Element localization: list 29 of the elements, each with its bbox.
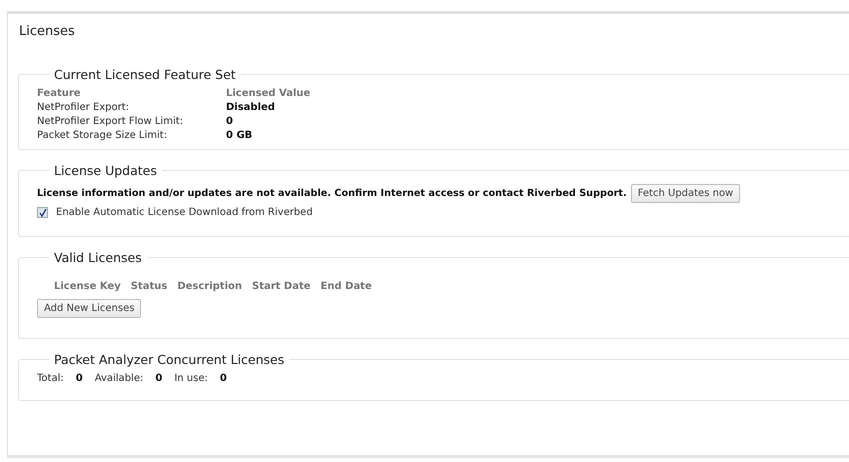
feature-label: NetProfiler Export: [37,102,130,113]
stat-value: 0 [220,373,227,384]
column-header: Description [177,281,242,292]
section-title: Current Licensed Feature Set [53,67,237,82]
stat-value: 0 [155,373,162,384]
column-header: Feature [37,88,82,99]
stat-label: Total: [37,373,64,384]
column-header: Licensed Value [226,88,312,99]
stat-value: 0 [76,373,83,384]
page-title: Licenses [19,24,75,39]
feature-value: 0 GB [226,130,254,141]
add-licenses-button[interactable]: Add New Licenses [37,299,142,318]
checkbox[interactable] [37,207,48,218]
feature-value: Disabled [226,102,276,113]
feature-label: Packet Storage Size Limit: [37,130,168,141]
column-header: Status [130,281,168,292]
section-title: Valid Licenses [53,250,143,265]
section-title: Packet Analyzer Concurrent Licenses [53,352,286,367]
column-header: End Date [320,281,372,292]
column-header: Start Date [252,281,311,292]
fetch-updates-button[interactable]: Fetch Updates now [630,184,740,203]
checkbox-label: Enable Automatic License Download from Riverbed [56,207,313,218]
feature-value: 0 [226,116,234,127]
column-header: License Key [54,281,121,292]
stat-label: In use: [174,373,208,384]
stat-label: Available: [94,373,144,384]
feature-label: NetProfiler Export Flow Limit: [37,116,184,127]
section-title: License Updates [53,163,158,178]
status-message: License information and/or updates are not available. Confirm Internet access or contact Riverbed Support. [37,188,627,199]
